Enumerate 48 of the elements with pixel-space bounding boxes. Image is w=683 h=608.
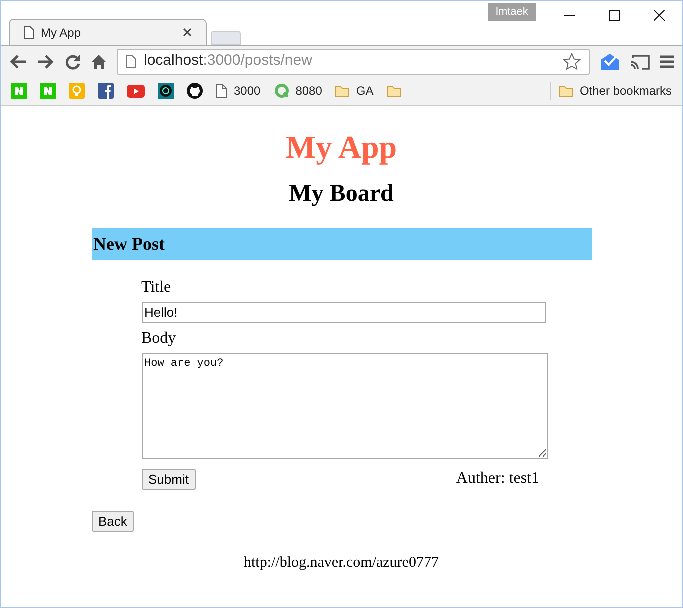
bookmark[interactable]	[98, 83, 114, 99]
url-host: localhost	[144, 51, 204, 72]
field-label: Title	[142, 278, 172, 298]
page-icon	[24, 26, 35, 40]
forward-arrow-icon[interactable]	[37, 54, 55, 70]
back-button[interactable]: Back	[92, 511, 134, 532]
close-icon[interactable]	[183, 28, 192, 37]
field-label: Body	[142, 329, 176, 349]
folder-icon	[335, 84, 350, 98]
cat-logo-icon	[187, 83, 203, 99]
envelope-check-icon[interactable]	[600, 52, 620, 70]
folder-icon	[558, 84, 574, 98]
title-field[interactable]: Hello!	[142, 302, 546, 323]
close-icon[interactable]	[654, 10, 665, 21]
page-icon	[126, 54, 137, 68]
bookmark[interactable]	[187, 83, 203, 99]
author-text: Auther: test1	[456, 469, 540, 489]
folder-icon	[386, 84, 402, 98]
lightbulb-icon	[69, 83, 85, 99]
facebook-icon	[98, 83, 114, 99]
menu-icon[interactable]	[660, 54, 674, 68]
n-logo-icon	[11, 83, 27, 99]
section-title: New Post	[94, 232, 165, 256]
bookmark[interactable]: GA	[335, 82, 374, 100]
bookmark[interactable]: 8080	[274, 82, 322, 100]
back-arrow-icon[interactable]	[9, 54, 27, 70]
address-bar[interactable]: localhost:3000/posts/new	[117, 48, 590, 74]
minimize-icon[interactable]	[564, 15, 575, 17]
home-icon[interactable]	[91, 54, 107, 70]
play-icon	[127, 84, 145, 98]
reload-icon[interactable]	[65, 54, 81, 70]
bookmark[interactable]: 3000	[216, 82, 261, 100]
n-logo-icon	[40, 83, 56, 99]
app-title: My App	[286, 128, 398, 166]
browser-tab[interactable]: My App	[9, 19, 207, 45]
board-title: My Board	[289, 180, 394, 208]
star-icon[interactable]	[563, 52, 581, 70]
url-path: :3000/posts/new	[203, 51, 312, 72]
ring-icon	[274, 83, 290, 99]
maximize-icon[interactable]	[609, 10, 620, 21]
bookmark[interactable]	[158, 83, 174, 99]
body-field[interactable]: How are you?	[142, 353, 548, 459]
submit-button[interactable]: Submit	[142, 468, 196, 490]
other-bookmarks[interactable]: Other bookmarks	[550, 82, 672, 100]
cast-icon[interactable]	[630, 54, 650, 70]
tab-title: My App	[41, 24, 82, 42]
page-icon	[216, 84, 228, 98]
circle-logo-icon	[158, 83, 174, 99]
